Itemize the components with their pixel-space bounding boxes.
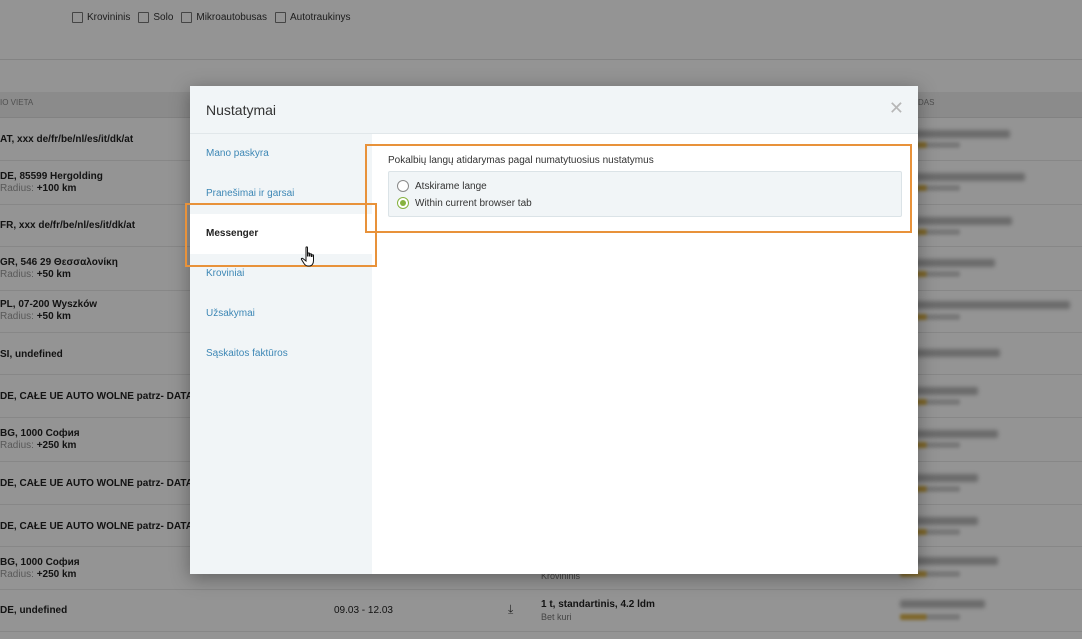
sidebar-item-mano-paskyra[interactable]: Mano paskyra — [190, 134, 372, 174]
radio-button-checked[interactable] — [397, 197, 409, 209]
close-icon[interactable]: ✕ — [889, 99, 904, 117]
settings-sidebar: Mano paskyra Pranešimai ir garsai Messen… — [190, 134, 372, 574]
sidebar-item-kroviniai[interactable]: Kroviniai — [190, 254, 372, 294]
sidebar-item-uzsakymai[interactable]: Užsakymai — [190, 294, 372, 334]
settings-content: Pokalbių langų atidarymas pagal numatytu… — [372, 134, 918, 574]
sidebar-item-pranesimai-ir-garsai[interactable]: Pranešimai ir garsai — [190, 174, 372, 214]
radio-label: Within current browser tab — [415, 197, 532, 209]
sidebar-item-messenger[interactable]: Messenger — [190, 214, 372, 254]
radio-button[interactable] — [397, 180, 409, 192]
hand-pointer-icon — [300, 246, 314, 267]
radio-label: Atskirame lange — [415, 180, 487, 192]
setting-title: Pokalbių langų atidarymas pagal numatytu… — [388, 155, 654, 166]
settings-modal: Nustatymai ✕ Mano paskyra Pranešimai ir … — [190, 86, 918, 574]
sidebar-item-saskaitos-fakturos[interactable]: Sąskaitos faktūros — [190, 334, 372, 374]
modal-title: Nustatymai — [206, 102, 277, 118]
radio-option-current-tab[interactable]: Within current browser tab — [397, 197, 532, 209]
radio-group: Atskirame lange Within current browser t… — [388, 171, 902, 217]
modal-header: Nustatymai ✕ — [190, 86, 918, 134]
radio-option-separate-window[interactable]: Atskirame lange — [397, 180, 487, 192]
